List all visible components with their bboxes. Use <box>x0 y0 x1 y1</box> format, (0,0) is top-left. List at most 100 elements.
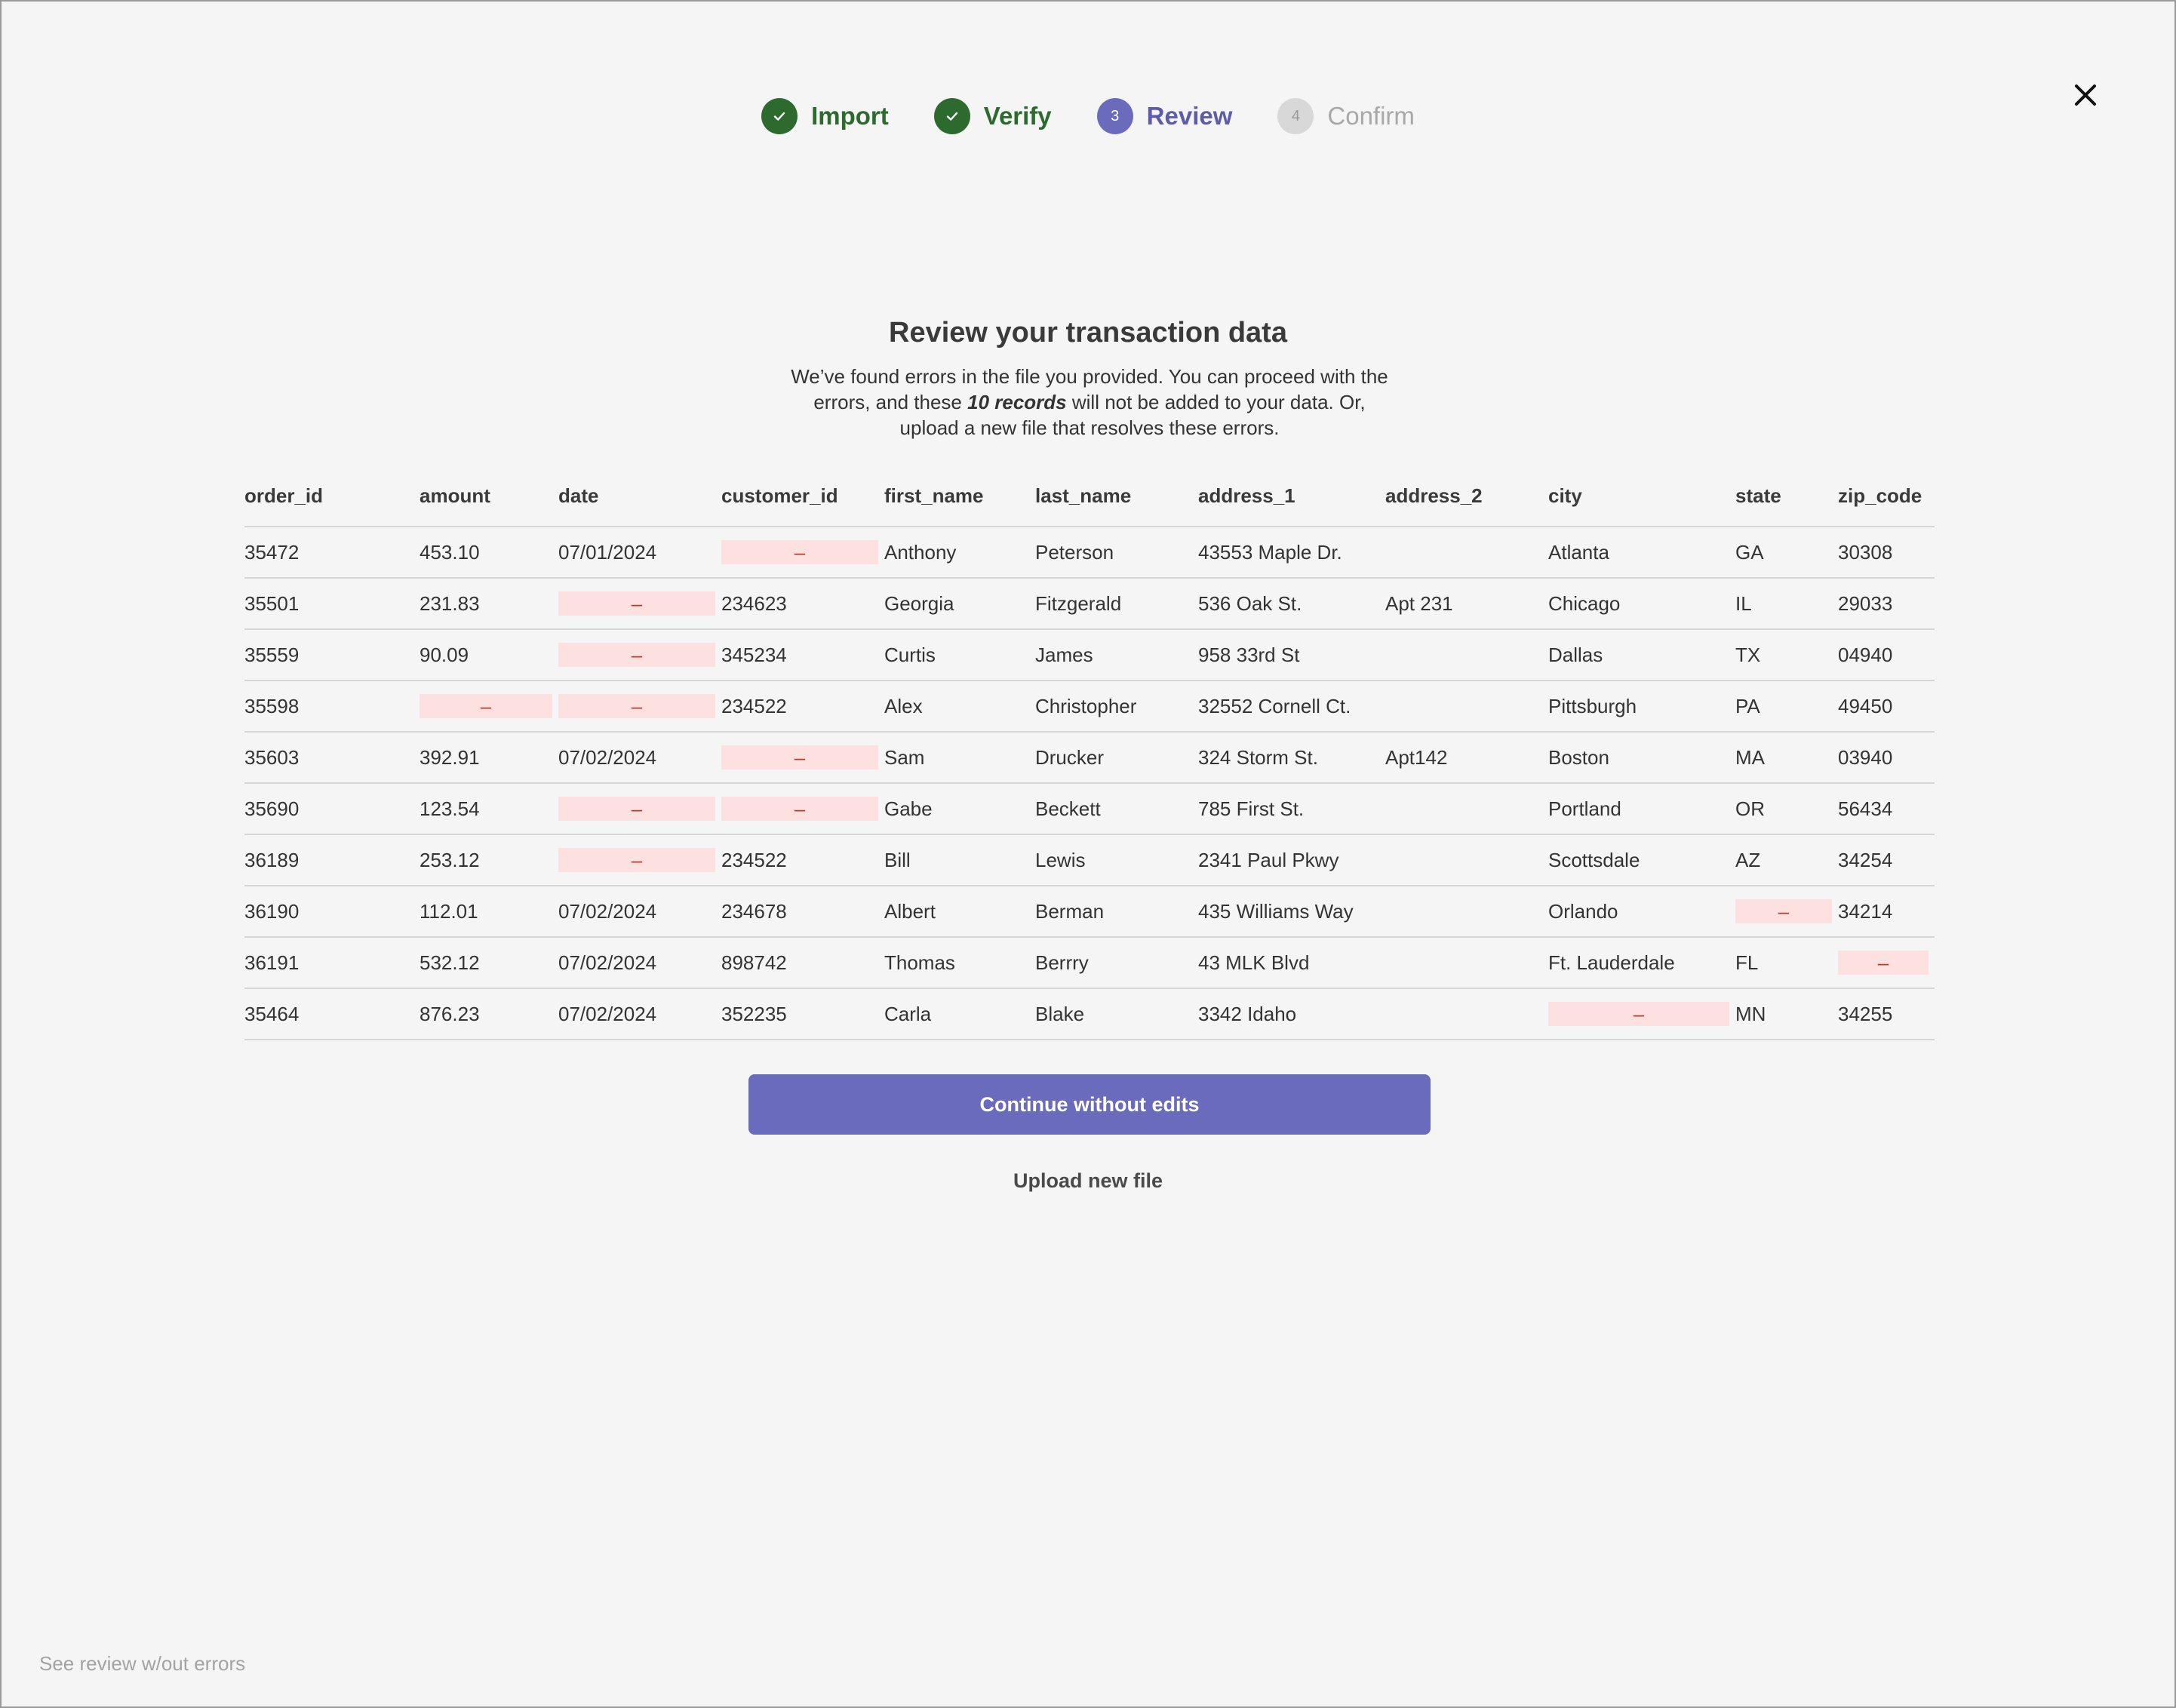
error-marker: – <box>420 694 552 718</box>
cell-first-name: Sam <box>884 732 1035 784</box>
cell-state: TX <box>1735 629 1838 681</box>
column-header-amount: amount <box>420 472 558 527</box>
upload-new-file-label[interactable]: Upload new file <box>1013 1169 1163 1192</box>
cell-amount: 532.12 <box>420 937 558 989</box>
column-header-state: state <box>1735 472 1838 527</box>
see-review-without-errors-link[interactable]: See review w/out errors <box>39 1652 245 1676</box>
cell-address-1: 3342 Idaho <box>1198 988 1385 1040</box>
cell-order-id: 36190 <box>244 886 420 938</box>
error-marker: – <box>721 540 878 564</box>
cell-order-id: 35501 <box>244 578 420 630</box>
cell-last-name: Berrry <box>1035 937 1198 989</box>
table-row: 35598– –234522 Alex Christopher 32552 Cornel… <box>244 680 1935 733</box>
cell-order-id: 35598 <box>244 680 420 733</box>
cell-first-name: Alex <box>884 680 1035 733</box>
column-header-address-1: address_1 <box>1198 472 1385 527</box>
cell-last-name: Blake <box>1035 988 1198 1040</box>
step-verify: Verify <box>933 98 1052 134</box>
cell-address-1: 435 Williams Way <box>1198 886 1385 938</box>
error-marker: – <box>1735 899 1832 923</box>
cell-city: Chicago <box>1548 578 1735 630</box>
cell-address-2: Apt142 <box>1385 732 1548 784</box>
cell-address-1: 785 First St. <box>1198 783 1385 835</box>
cell-customer-id: 234522 <box>721 834 884 886</box>
step-label-verify: Verify <box>983 102 1052 130</box>
close-button[interactable] <box>2069 78 2102 112</box>
table-row: 35472 453.10 07/01/2024– Anthony Peterson 435… <box>244 527 1935 579</box>
step-import: Import <box>761 98 889 134</box>
check-icon <box>933 98 970 134</box>
error-marker: – <box>721 797 878 821</box>
continue-without-edits-button[interactable]: Continue without edits <box>748 1074 1431 1135</box>
cell-zip-code-error: – <box>1838 937 1935 989</box>
cell-first-name: Thomas <box>884 937 1035 989</box>
cell-first-name: Bill <box>884 834 1035 886</box>
cell-last-name: Peterson <box>1035 527 1198 579</box>
upload-new-file-link: Upload new file <box>2 1169 2174 1193</box>
cell-address-1: 32552 Cornell Ct. <box>1198 680 1385 733</box>
cell-customer-id: 234623 <box>721 578 884 630</box>
cell-city: Atlanta <box>1548 527 1735 579</box>
cell-amount: 253.12 <box>420 834 558 886</box>
cell-zip-code: 49450 <box>1838 680 1935 733</box>
cell-last-name: James <box>1035 629 1198 681</box>
cell-address-1: 324 Storm St. <box>1198 732 1385 784</box>
page-title: Review your transaction data <box>889 317 1287 349</box>
table-row: 35690 123.54– – Gabe Beckett 785 First St. Por… <box>244 783 1935 835</box>
step-label-import: Import <box>811 102 889 130</box>
cell-amount: 231.83 <box>420 578 558 630</box>
cell-city: Scottsdale <box>1548 834 1735 886</box>
cell-first-name: Curtis <box>884 629 1035 681</box>
cell-state: OR <box>1735 783 1838 835</box>
progress-stepper: Import Verify 3 Review 4 Confirm <box>2 98 2174 134</box>
cell-address-1: 43553 Maple Dr. <box>1198 527 1385 579</box>
error-marker: – <box>721 745 878 770</box>
cell-last-name: Lewis <box>1035 834 1198 886</box>
cell-first-name: Albert <box>884 886 1035 938</box>
cell-amount: 123.54 <box>420 783 558 835</box>
table-header-row: order_id amount date customer_id first_name l… <box>244 472 1935 527</box>
cell-zip-code: 34254 <box>1838 834 1935 886</box>
step-confirm: 4 Confirm <box>1277 98 1415 134</box>
cell-customer-id: 898742 <box>721 937 884 989</box>
step-review: 3 Review <box>1096 98 1232 134</box>
step-number-review: 3 <box>1096 98 1133 134</box>
cell-zip-code: 56434 <box>1838 783 1935 835</box>
table-row: 36189 253.12–234522 Bill Lewis 2341 Paul Pkw… <box>244 834 1935 886</box>
cell-first-name: Gabe <box>884 783 1035 835</box>
cell-customer-id: 345234 <box>721 629 884 681</box>
cell-state: PA <box>1735 680 1838 733</box>
cell-amount: 392.91 <box>420 732 558 784</box>
cell-amount: 112.01 <box>420 886 558 938</box>
cell-address-2 <box>1385 527 1548 579</box>
cell-date-error: – <box>558 783 721 835</box>
column-header-date: date <box>558 472 721 527</box>
cell-zip-code: 34214 <box>1838 886 1935 938</box>
cell-order-id: 36189 <box>244 834 420 886</box>
table-row: 35559 90.09–345234 Curtis James 958 33rd St D… <box>244 629 1935 681</box>
cell-order-id: 35603 <box>244 732 420 784</box>
cell-date: 07/01/2024 <box>558 527 721 579</box>
cell-customer-id: 234522 <box>721 680 884 733</box>
cell-date: 07/02/2024 <box>558 886 721 938</box>
cell-order-id: 35690 <box>244 783 420 835</box>
error-marker: – <box>558 694 715 718</box>
cell-zip-code: 29033 <box>1838 578 1935 630</box>
cell-amount: 453.10 <box>420 527 558 579</box>
column-header-last-name: last_name <box>1035 472 1198 527</box>
cell-last-name: Berman <box>1035 886 1198 938</box>
cell-address-2 <box>1385 680 1548 733</box>
cell-first-name: Georgia <box>884 578 1035 630</box>
table-row: 36191 532.12 07/02/2024 898742 Thomas Berrry 4… <box>244 937 1935 989</box>
cell-city: Orlando <box>1548 886 1735 938</box>
table-row: 35501 231.83–234623 Georgia Fitzgerald 536 O… <box>244 578 1935 630</box>
cell-city: Dallas <box>1548 629 1735 681</box>
cell-city: Pittsburgh <box>1548 680 1735 733</box>
cell-first-name: Anthony <box>884 527 1035 579</box>
error-marker: – <box>558 591 715 616</box>
cell-first-name: Carla <box>884 988 1035 1040</box>
column-header-customer-id: customer_id <box>721 472 884 527</box>
cell-address-1: 2341 Paul Pkwy <box>1198 834 1385 886</box>
cell-address-2 <box>1385 937 1548 989</box>
cell-date: 07/02/2024 <box>558 937 721 989</box>
